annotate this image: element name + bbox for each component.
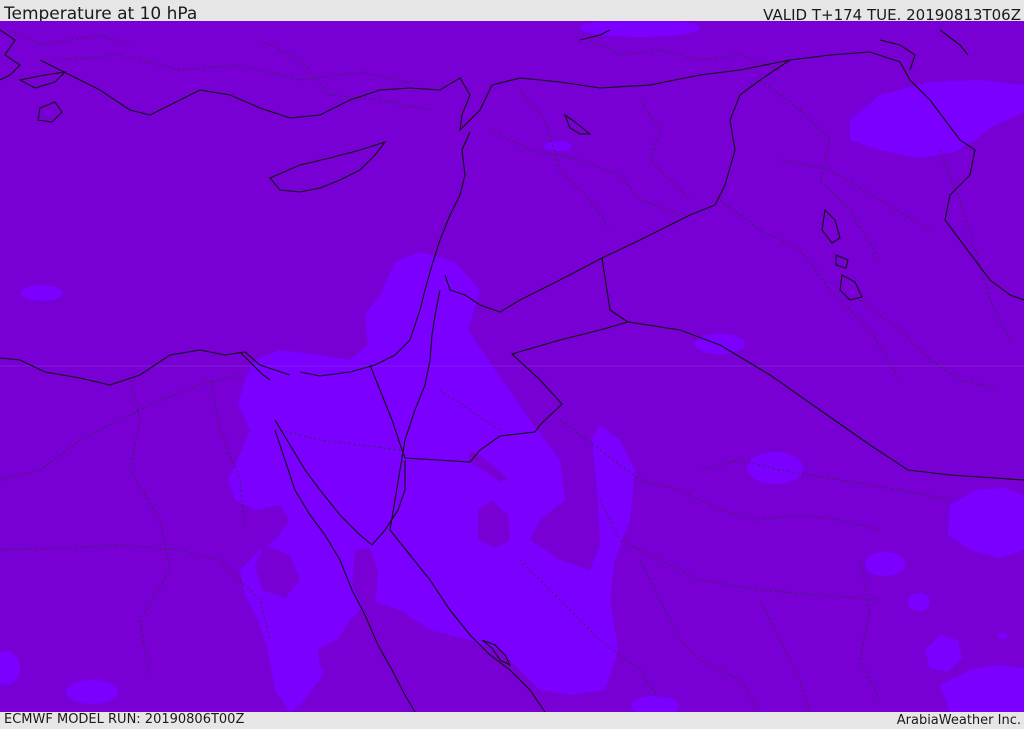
warm-spot-1	[21, 285, 63, 301]
warm-spot-4	[865, 552, 905, 576]
weather-map[interactable]	[0, 21, 1024, 712]
warm-spot-11	[998, 633, 1008, 639]
header-bar: Temperature at 10 hPa VALID T+174 TUE. 2…	[0, 0, 1024, 24]
warm-spot-6	[66, 680, 118, 704]
warm-spot-10	[544, 141, 572, 151]
model-run-label: ECMWF MODEL RUN: 20190806T00Z	[4, 712, 245, 727]
map-canvas	[0, 21, 1024, 712]
footer-bar: ECMWF MODEL RUN: 20190806T00Z ArabiaWeat…	[0, 712, 1024, 729]
warm-spot-5	[908, 593, 930, 611]
warm-spot-2	[747, 452, 803, 484]
credit-label: ArabiaWeather Inc.	[896, 713, 1021, 728]
warm-spot-3	[695, 334, 745, 354]
